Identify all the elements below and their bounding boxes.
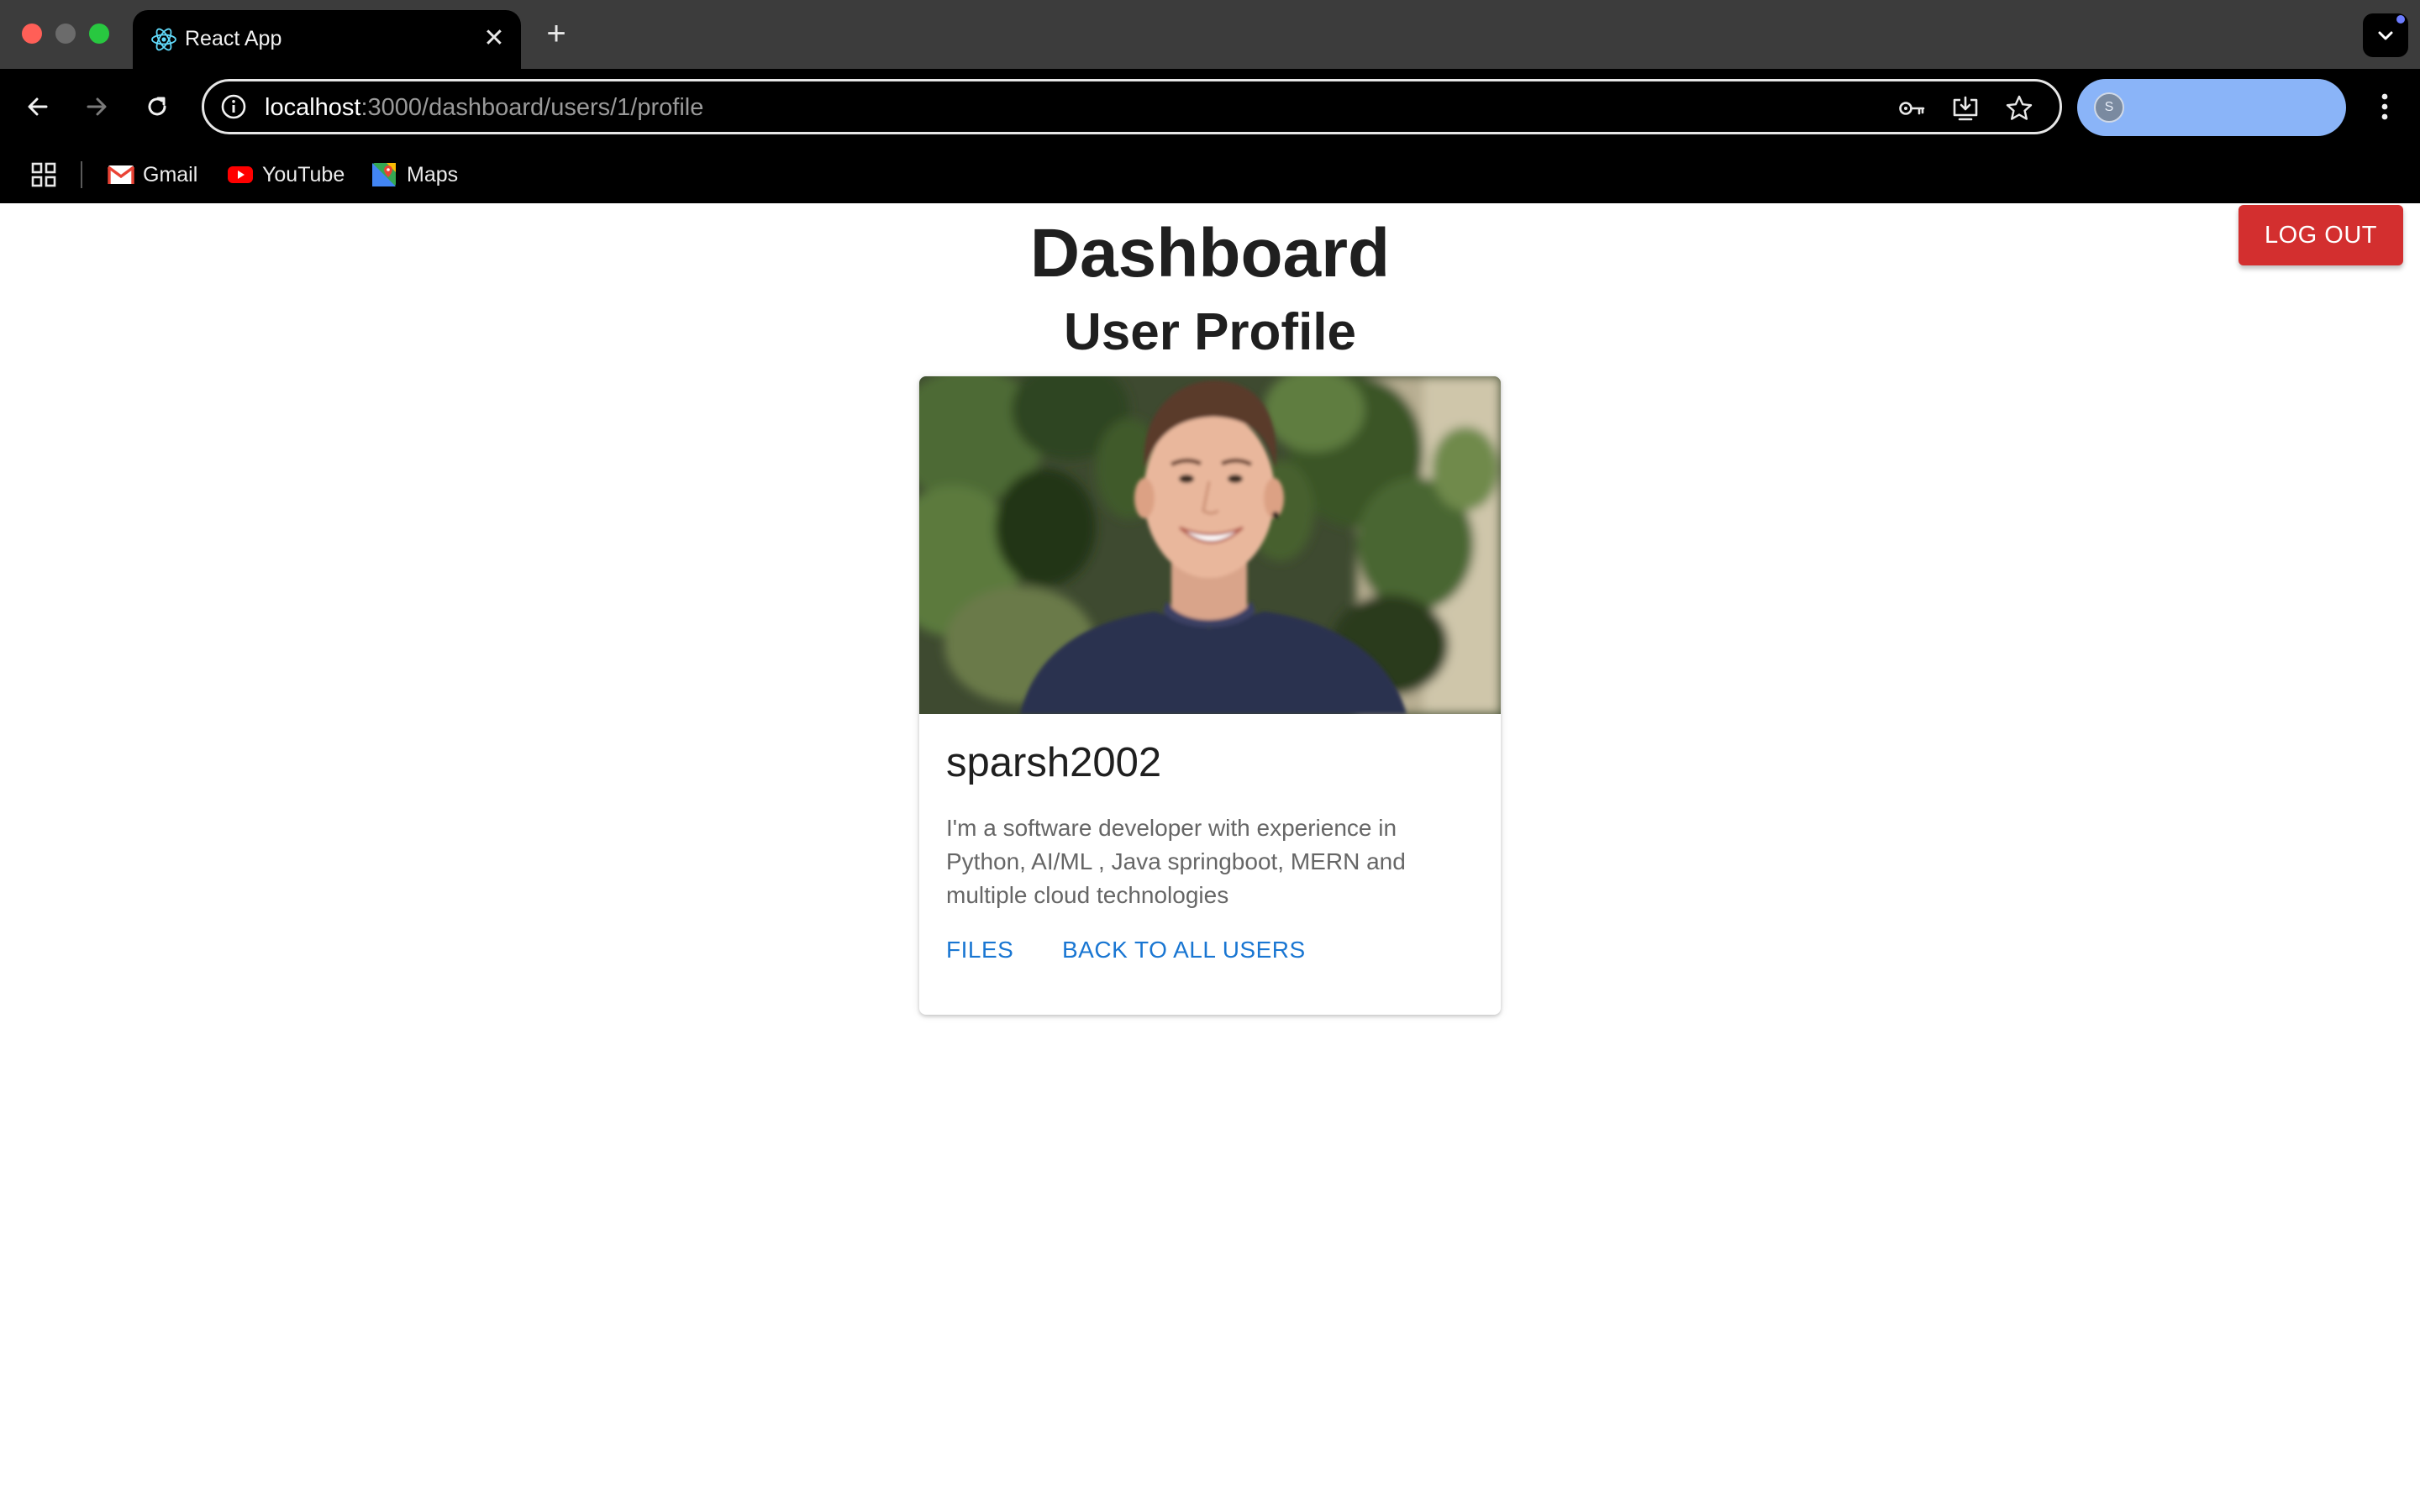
bookmark-separator: [81, 161, 82, 188]
apps-grid-icon[interactable]: [30, 161, 57, 188]
bookmark-label: Gmail: [143, 163, 198, 186]
url-host: localhost: [265, 94, 361, 121]
bookmark-label: YouTube: [262, 163, 345, 186]
url-path: :3000/dashboard/users/1/profile: [360, 94, 704, 121]
forward-button[interactable]: [77, 87, 116, 126]
tab-title: React App: [185, 27, 282, 50]
back-to-all-users-button[interactable]: BACK TO ALL USERS: [1062, 929, 1306, 971]
reload-icon: [148, 97, 166, 116]
avatar: S: [2094, 92, 2124, 123]
star-icon[interactable]: [2004, 93, 2034, 123]
tab-search-button[interactable]: [2363, 13, 2408, 57]
more-menu-icon[interactable]: [2368, 87, 2402, 126]
files-button[interactable]: FILES: [946, 929, 1013, 971]
gmail-icon: [108, 165, 134, 184]
profile-button[interactable]: S: [2077, 79, 2346, 136]
info-icon[interactable]: [219, 92, 248, 121]
page-content: LOG OUT Dashboard User Profile sparsh200…: [0, 203, 2420, 1512]
profile-bio: I'm a software developer with experience…: [946, 815, 1406, 908]
maximize-window-button[interactable]: [89, 24, 109, 44]
address-bar[interactable]: localhost:3000/dashboard/users/1/profile: [202, 79, 2062, 134]
section-title: User Profile: [1063, 303, 1357, 361]
browser-toolbar: localhost:3000/dashboard/users/1/profile…: [0, 69, 2420, 144]
chevron-down-icon: [2378, 31, 2393, 40]
page-title: Dashboard: [1029, 215, 1391, 291]
youtube-icon: [228, 166, 253, 183]
url-text[interactable]: localhost:3000/dashboard/users/1/profile: [265, 93, 703, 122]
bookmarks-bar: Gmail YouTube Maps: [0, 144, 2420, 203]
close-tab-icon[interactable]: ✕: [479, 24, 509, 54]
profile-username: sparsh2002: [946, 740, 1162, 785]
profile-photo: [919, 376, 1501, 714]
close-window-button[interactable]: [22, 24, 42, 44]
bookmark-gmail[interactable]: Gmail: [108, 158, 208, 192]
arrow-right-icon: [87, 97, 107, 116]
tab-strip: React App ✕ +: [0, 0, 2420, 69]
bookmark-label: Maps: [407, 163, 459, 186]
bookmark-maps[interactable]: Maps: [371, 158, 472, 192]
maps-icon: [372, 163, 396, 186]
profile-card: sparsh2002 I'm a software developer with…: [919, 376, 1501, 1015]
bookmark-youtube[interactable]: YouTube: [227, 158, 353, 192]
key-icon[interactable]: [1897, 93, 1927, 123]
new-tab-button[interactable]: +: [538, 17, 575, 54]
back-button[interactable]: [18, 87, 57, 126]
arrow-left-icon: [28, 97, 48, 116]
notification-dot: [2396, 15, 2405, 24]
react-icon: [151, 28, 176, 51]
minimize-window-button[interactable]: [55, 24, 76, 44]
active-tab[interactable]: React App ✕: [133, 10, 521, 69]
install-app-icon[interactable]: [1950, 93, 1981, 123]
reload-button[interactable]: [138, 87, 176, 126]
